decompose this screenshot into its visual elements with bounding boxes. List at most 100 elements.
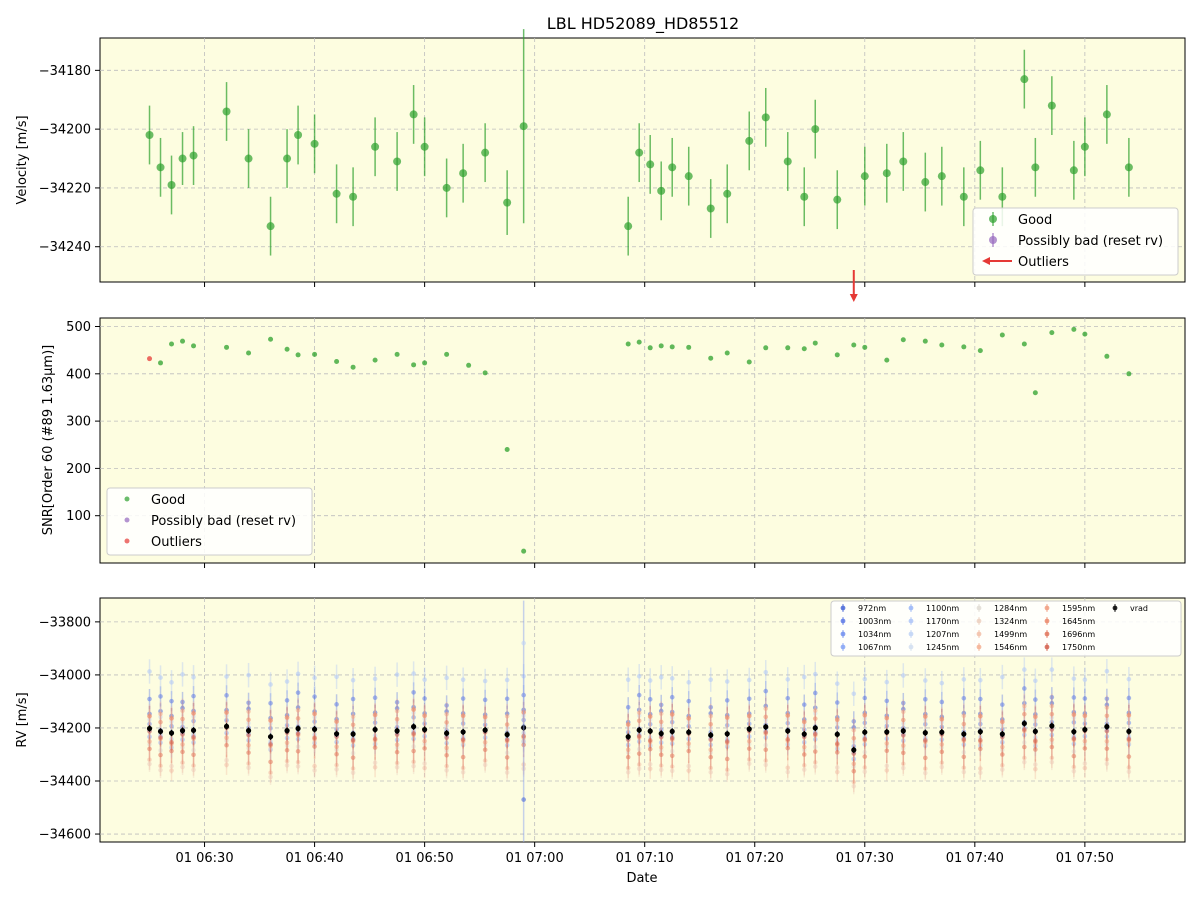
vrad-point [295,725,301,732]
vrad-point [179,728,186,734]
velocity-point [1020,75,1029,84]
x-tick-label: 01 06:40 [286,851,344,866]
outlier-arrow-head [849,294,858,302]
rv-band-point [422,696,427,701]
velocity-point [503,198,512,207]
rv-legend: 972nm 1003nm 1034nm 1067nm 1100nm 1170nm 1207n… [830,600,1182,657]
vrad-point [190,727,197,733]
rv-band-point [1104,668,1110,674]
rv-band-point [191,675,196,680]
rv-band-point [411,690,416,695]
rv-band-point [636,733,642,739]
legend-possibly-bad-marker [989,236,997,244]
rv-band-point [763,747,769,753]
rv-band-point [372,695,378,701]
snr-legend-possibly-bad-label: Possibly bad (reset rv) [151,514,296,529]
velocity-point [635,148,644,157]
snr-point [884,357,890,363]
rv-band-point [763,714,769,720]
rv-band-point [746,746,752,751]
velocity-point [420,142,429,151]
rv-band-point [284,679,290,684]
vrad-point [245,728,252,734]
rv-band-point [978,696,983,702]
vrad-point [1021,720,1027,727]
rv-band-point [746,696,752,702]
rv-band-point [224,710,229,715]
snr-point [851,342,857,348]
velocity-point [310,139,319,148]
rv-band-point [812,716,818,721]
rv-band-point [1049,711,1055,717]
snr-legend-outliers-label: Outliers [151,535,202,550]
snr-outlier-point [147,356,153,362]
vrad-point [999,731,1005,737]
rv-legend-label: 1245nm [926,643,959,652]
rv-band-point [350,696,356,702]
snr-point [636,339,642,345]
snr-point [334,359,340,365]
rv-band-point [1049,744,1055,750]
rv-legend-marker [840,618,846,624]
rv-band-point [460,713,466,718]
rv-ylabel: RV [m/s] [15,692,30,747]
rv-band-point [636,751,642,756]
rv-band-point [851,768,857,774]
rv-band-point [1033,766,1038,772]
rv-band-point [647,713,653,719]
rv-band-point [246,717,251,723]
rv-band-point [900,750,906,756]
velocity-point [761,113,770,122]
rv-band-point [284,747,290,753]
velocity-ytick-label: −34240 [39,240,91,255]
vrad-point [834,731,840,737]
rv-band-point [422,713,427,718]
velocity-point [882,169,891,178]
rv-ytick-label: −33800 [39,615,91,630]
rv-band-point [482,697,488,703]
velocity-point [706,204,715,213]
snr-ytick-label: 100 [66,509,91,524]
rv-band-point [669,694,675,700]
rv-band-point [284,698,290,703]
rv-band-point [812,671,818,677]
rv-band-point [394,749,400,755]
x-tick-label: 01 06:30 [175,851,233,866]
velocity-point [998,192,1007,201]
x-tick-label: 01 07:20 [726,851,784,866]
rv-band-point [801,674,807,680]
rv-band-point [625,754,631,760]
snr-point [1104,353,1110,359]
snr-point [724,350,730,356]
rv-band-point [246,672,251,678]
rv-legend-label: 1003nm [858,617,891,626]
rv-band-point [1049,667,1055,672]
rv-band-point [422,765,427,771]
snr-point [312,351,318,357]
rv-legend-marker [840,605,846,611]
vrad-point [708,732,714,738]
snr-point [977,348,983,354]
rv-band-point [372,764,378,770]
rv-band-point [746,713,752,719]
rv-band-point [1104,713,1110,719]
velocity-point [167,180,176,189]
rv-band-point [169,698,174,704]
rv-band-point [636,692,642,698]
vrad-point [1049,723,1055,729]
rv-band-point [268,700,273,706]
vrad-point [1032,728,1038,735]
rv-band-point [763,688,769,694]
snr-legend: Good Possibly bad (reset rv) Outliers [106,487,313,556]
rv-band-point [1022,744,1027,750]
rv-band-point [350,755,356,760]
figure-title: LBL HD52089_HD85512 [547,14,739,34]
rv-legend-marker [908,605,914,611]
rv-band-point [411,731,416,736]
velocity-point [976,166,985,175]
velocity-point [646,160,655,169]
rv-band-point [312,694,317,699]
rv-band-point [647,697,653,702]
snr-ytick-label: 300 [66,415,91,430]
rv-band-point [978,766,983,771]
